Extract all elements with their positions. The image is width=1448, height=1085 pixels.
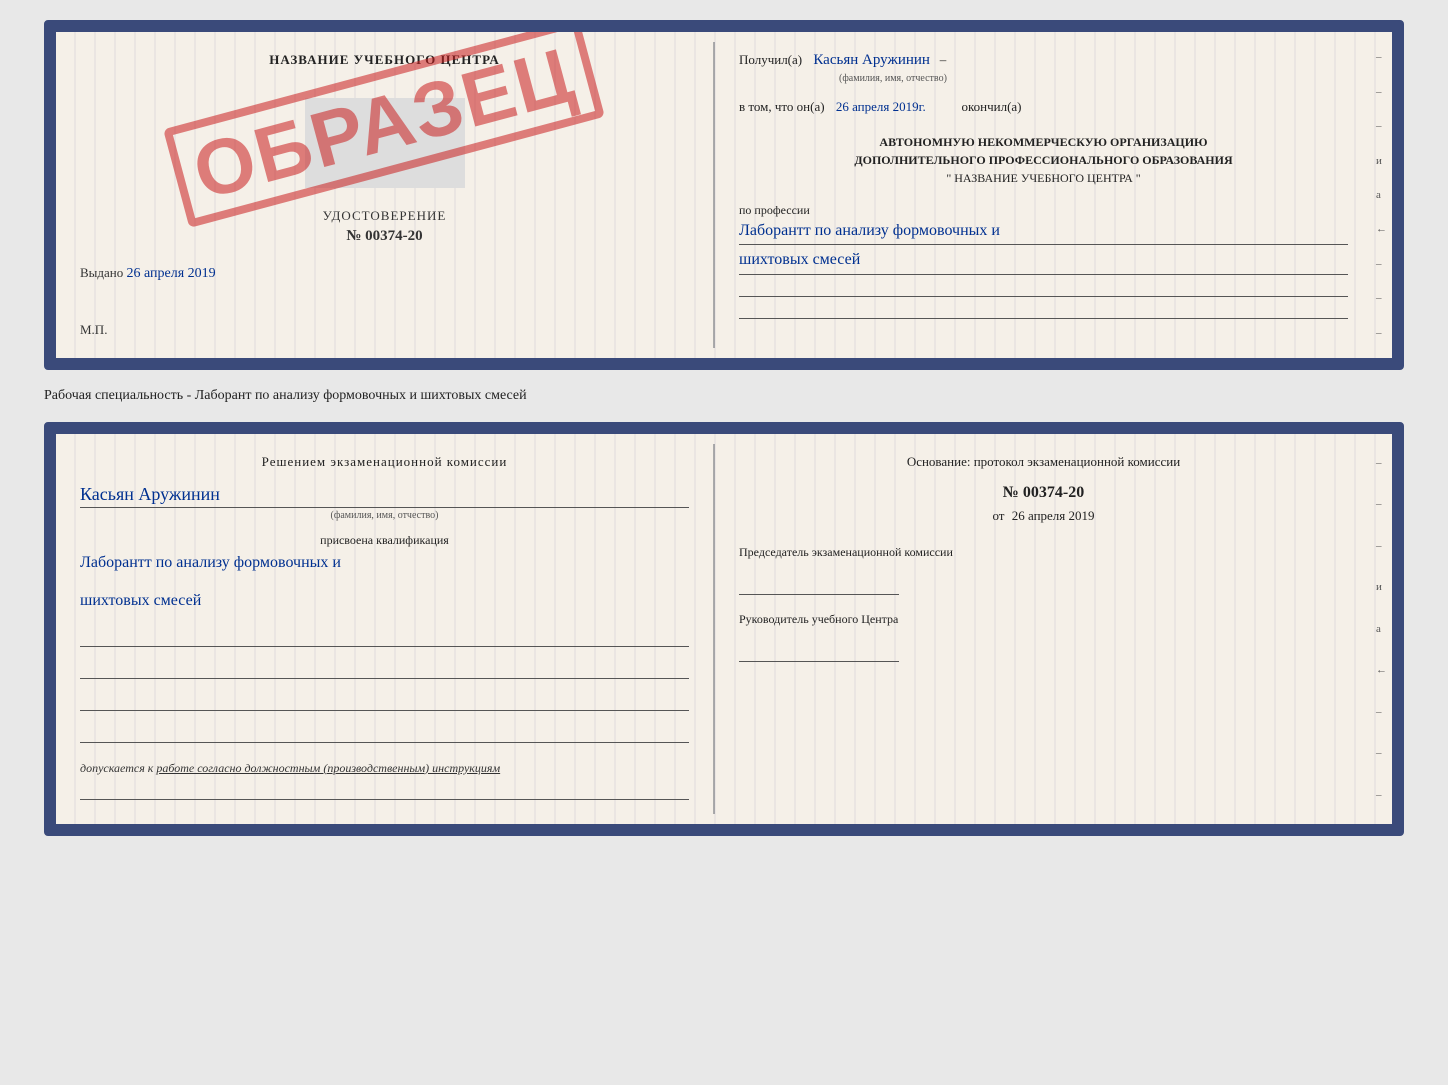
cert-title: НАЗВАНИЕ УЧЕБНОГО ЦЕНТРА — [80, 52, 689, 68]
vydano-date: 26 апреля 2019 — [127, 266, 216, 281]
cert-vydano: Выдано 26 апреля 2019 — [80, 265, 689, 282]
head-label: Руководитель учебного Центра — [739, 611, 1348, 628]
vtom-line: в том, что он(а) 26 апреля 2019г. окончи… — [739, 99, 1348, 115]
vtom-label: в том, что он(а) — [739, 99, 825, 114]
org-line2: ДОПОЛНИТЕЛЬНОГО ПРОФЕССИОНАЛЬНОГО ОБРАЗО… — [739, 151, 1348, 169]
received-line: Получил(а) Касьян Аружинин – (фамилия, и… — [739, 52, 1348, 85]
bottom-person-name: Касьян Аружинин — [80, 484, 689, 508]
name-sublabel: (фамилия, имя, отчество) — [839, 73, 947, 84]
cert-number: № 00374-20 — [80, 228, 689, 245]
cert-type-label: УДОСТОВЕРЕНИЕ — [80, 208, 689, 224]
qualification-value-2: шихтовых смесей — [80, 590, 689, 612]
chairman-label: Председатель экзаменационной комиссии — [739, 544, 1348, 561]
received-name: Касьян Аружинин — [813, 52, 930, 68]
document-container: НАЗВАНИЕ УЧЕБНОГО ЦЕНТРА ОБРАЗЕЦ УДОСТОВ… — [44, 20, 1404, 836]
side-marks-top: – – – и а ← – – – — [1372, 32, 1392, 358]
mp-label: М.П. — [80, 322, 689, 338]
protocol-date: от 26 апреля 2019 — [739, 508, 1348, 524]
prof-value-line1: Лаборантт по анализу формовочных и — [739, 220, 1348, 245]
bottom-document: Решением экзаменационной комиссии Касьян… — [44, 422, 1404, 836]
head-block: Руководитель учебного Центра — [739, 611, 1348, 662]
chairman-sign-line — [739, 579, 899, 595]
osnov-label: Основание: протокол экзаменационной коми… — [739, 454, 1348, 470]
bottom-right-panel: Основание: протокол экзаменационной коми… — [715, 434, 1372, 824]
bottom-name-sublabel: (фамилия, имя, отчество) — [80, 510, 689, 521]
chairman-block: Председатель экзаменационной комиссии — [739, 544, 1348, 595]
org-line1: АВТОНОМНУЮ НЕКОММЕРЧЕСКУЮ ОРГАНИЗАЦИЮ — [739, 133, 1348, 151]
specialty-line: Рабочая специальность - Лаборант по анал… — [44, 380, 1404, 412]
org-line3: " НАЗВАНИЕ УЧЕБНОГО ЦЕНТРА " — [739, 169, 1348, 187]
head-sign-line — [739, 646, 899, 662]
blank-line-4 — [80, 725, 689, 743]
top-document: НАЗВАНИЕ УЧЕБНОГО ЦЕНТРА ОБРАЗЕЦ УДОСТОВ… — [44, 20, 1404, 370]
cert-photo-placeholder — [305, 98, 465, 188]
prof-label: по профессии — [739, 203, 1348, 218]
qualification-label: присвоена квалификация — [80, 533, 689, 548]
profession-block: по профессии Лаборантт по анализу формов… — [739, 203, 1348, 319]
protocol-date-prefix: от — [992, 508, 1004, 523]
decision-label: Решением экзаменационной комиссии — [80, 454, 689, 470]
protocol-date-value: 26 апреля 2019 — [1012, 508, 1095, 523]
top-left-panel: НАЗВАНИЕ УЧЕБНОГО ЦЕНТРА ОБРАЗЕЦ УДОСТОВ… — [56, 32, 713, 358]
underline-2 — [739, 301, 1348, 319]
blank-line-2 — [80, 661, 689, 679]
admission-text: допускается к работе согласно должностны… — [80, 761, 689, 776]
protocol-number: № 00374-20 — [739, 484, 1348, 502]
top-right-panel: Получил(а) Касьян Аружинин – (фамилия, и… — [715, 32, 1372, 358]
org-block: АВТОНОМНУЮ НЕКОММЕРЧЕСКУЮ ОРГАНИЗАЦИЮ ДО… — [739, 133, 1348, 187]
underline-1 — [739, 279, 1348, 297]
side-marks-bottom: – – – и а ← – – – — [1372, 434, 1392, 824]
vtom-date: 26 апреля 2019г. — [836, 99, 926, 114]
bottom-left-panel: Решением экзаменационной комиссии Касьян… — [56, 434, 713, 824]
okonchil-label: окончил(а) — [961, 99, 1021, 114]
blank-lines-bottom — [80, 629, 689, 747]
admission-underline — [80, 782, 689, 800]
vydano-label: Выдано — [80, 265, 123, 280]
received-label: Получил(а) — [739, 52, 802, 67]
blank-line-3 — [80, 693, 689, 711]
qualification-value-1: Лаборантт по анализу формовочных и — [80, 552, 689, 574]
blank-line-1 — [80, 629, 689, 647]
prof-value-line2: шихтовых смесей — [739, 249, 1348, 274]
